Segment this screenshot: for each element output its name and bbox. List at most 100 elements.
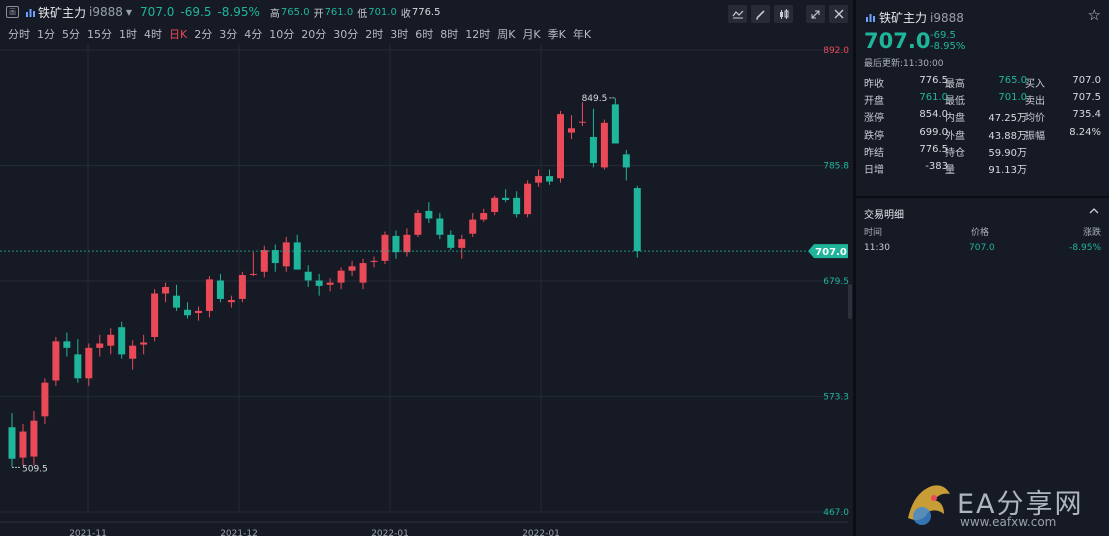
period-tabs: 分时 1分 5分 15分 1时 4时 日K 2分 3分 4分 10分 20分 30分 2时 3时 6时 8时 12… bbox=[0, 24, 853, 44]
candle-body[interactable] bbox=[326, 282, 334, 285]
candle-body[interactable] bbox=[162, 286, 170, 294]
star-outline-icon[interactable]: ☆ bbox=[1088, 6, 1101, 24]
period-tab[interactable]: 日K bbox=[169, 26, 187, 42]
candle-body[interactable] bbox=[348, 266, 356, 271]
candle-body[interactable] bbox=[30, 420, 38, 457]
candle-body[interactable] bbox=[227, 300, 235, 303]
candle-body[interactable] bbox=[600, 122, 608, 168]
candle-body[interactable] bbox=[260, 250, 268, 272]
candle-body[interactable] bbox=[184, 309, 192, 316]
candle-body[interactable] bbox=[205, 279, 213, 311]
period-tab[interactable]: 4分 bbox=[244, 26, 262, 42]
candle-body[interactable] bbox=[458, 239, 466, 248]
quote-stat-value: 776.5 bbox=[919, 75, 948, 86]
period-tab[interactable]: 20分 bbox=[301, 26, 326, 42]
candle-body[interactable] bbox=[118, 327, 126, 355]
candle-body[interactable] bbox=[337, 270, 345, 283]
symbol-name[interactable]: 铁矿主力 bbox=[38, 4, 86, 21]
candle-body[interactable] bbox=[151, 293, 159, 337]
candle-body[interactable] bbox=[535, 176, 543, 183]
candle-body[interactable] bbox=[216, 280, 224, 299]
candle-body[interactable] bbox=[282, 242, 290, 267]
period-tab[interactable]: 12时 bbox=[465, 26, 490, 42]
indicator-icon[interactable] bbox=[728, 5, 747, 23]
candle-body[interactable] bbox=[19, 431, 27, 458]
candle-body[interactable] bbox=[392, 235, 400, 253]
quote-change-block: -69.5 -8.95% bbox=[930, 30, 965, 52]
candle-body[interactable] bbox=[436, 218, 444, 235]
candle-body[interactable] bbox=[425, 210, 433, 219]
candle-body[interactable] bbox=[96, 343, 104, 348]
candle-body[interactable] bbox=[578, 121, 586, 123]
period-tab[interactable]: 15分 bbox=[87, 26, 112, 42]
period-tab[interactable]: 分时 bbox=[8, 26, 30, 42]
period-tab[interactable]: 月K bbox=[522, 26, 540, 42]
candle-body[interactable] bbox=[622, 154, 630, 168]
candle-body[interactable] bbox=[41, 382, 49, 417]
period-tab[interactable]: 6时 bbox=[415, 26, 433, 42]
period-tab[interactable]: 1分 bbox=[37, 26, 55, 42]
candle-body[interactable] bbox=[249, 273, 257, 275]
candle-body[interactable] bbox=[414, 213, 422, 235]
period-tab[interactable]: 周K bbox=[497, 26, 515, 42]
candle-style-icon[interactable] bbox=[774, 5, 793, 23]
period-tab[interactable]: 4时 bbox=[144, 26, 162, 42]
symbol-dropdown-icon[interactable]: ▼ bbox=[126, 8, 132, 17]
candle-body[interactable] bbox=[567, 128, 575, 133]
chart-scroll-handle[interactable] bbox=[848, 284, 852, 319]
period-tab[interactable]: 年K bbox=[573, 26, 591, 42]
close-icon[interactable] bbox=[829, 5, 848, 23]
quote-stat-value: 776.5 bbox=[919, 143, 948, 155]
candle-body[interactable] bbox=[194, 310, 202, 314]
candle-body[interactable] bbox=[403, 234, 411, 253]
candle-body[interactable] bbox=[381, 234, 389, 261]
candle-body[interactable] bbox=[557, 114, 564, 179]
period-tab[interactable]: 30分 bbox=[333, 26, 358, 42]
candle-body[interactable] bbox=[513, 197, 521, 215]
candle-body[interactable] bbox=[633, 188, 641, 252]
candle-body[interactable] bbox=[502, 197, 510, 201]
candle-body[interactable] bbox=[447, 234, 455, 248]
period-tab[interactable]: 3分 bbox=[219, 26, 237, 42]
candle-body[interactable] bbox=[293, 242, 301, 270]
candle-body[interactable] bbox=[271, 250, 279, 264]
period-tab[interactable]: 季K bbox=[548, 26, 566, 42]
period-tab[interactable]: 2分 bbox=[194, 26, 212, 42]
candle-body[interactable] bbox=[304, 271, 312, 281]
candle-body[interactable] bbox=[524, 183, 532, 215]
candle-body[interactable] bbox=[370, 260, 378, 262]
candle-body[interactable] bbox=[238, 275, 246, 299]
trade-row[interactable]: 11:30 707.0 -8.95% bbox=[864, 243, 1101, 257]
period-tab[interactable]: 1时 bbox=[119, 26, 137, 42]
period-tab[interactable]: 8时 bbox=[440, 26, 458, 42]
expand-icon[interactable] bbox=[806, 5, 825, 23]
candle-body[interactable] bbox=[173, 295, 181, 308]
candle-body[interactable] bbox=[589, 136, 597, 164]
period-tab[interactable]: 3时 bbox=[390, 26, 408, 42]
draw-pen-icon[interactable] bbox=[751, 5, 770, 23]
period-tab[interactable]: 2时 bbox=[365, 26, 383, 42]
candle-body[interactable] bbox=[74, 354, 82, 379]
candle-body[interactable] bbox=[85, 347, 93, 379]
candle-body[interactable] bbox=[359, 263, 367, 283]
candlestick-chart[interactable]: 892.0 785.8 679.5 573.3 467.0 2021-11 2021-12 2… bbox=[0, 44, 853, 536]
candle-body[interactable] bbox=[480, 213, 488, 220]
candle-body[interactable] bbox=[107, 334, 115, 346]
candle-body[interactable] bbox=[315, 280, 323, 286]
candle-body[interactable] bbox=[8, 427, 16, 459]
open-label: 开 bbox=[313, 8, 324, 20]
candle-body[interactable] bbox=[491, 197, 499, 212]
period-tab[interactable]: 5分 bbox=[62, 26, 80, 42]
candle-body[interactable] bbox=[140, 342, 148, 345]
candle-body[interactable] bbox=[63, 341, 71, 348]
trades-header: 时间 价格 涨跌 bbox=[864, 225, 1101, 239]
candle-body[interactable] bbox=[52, 341, 60, 381]
chart-box-icon[interactable]: 画 bbox=[6, 6, 19, 18]
candle-body[interactable] bbox=[546, 176, 554, 182]
candle-body[interactable] bbox=[611, 104, 619, 144]
symbol-code[interactable]: i9888 bbox=[89, 5, 123, 19]
period-tab[interactable]: 10分 bbox=[269, 26, 294, 42]
candle-body[interactable] bbox=[129, 345, 137, 359]
chevron-up-icon[interactable] bbox=[1089, 204, 1099, 217]
candle-body[interactable] bbox=[469, 219, 477, 234]
